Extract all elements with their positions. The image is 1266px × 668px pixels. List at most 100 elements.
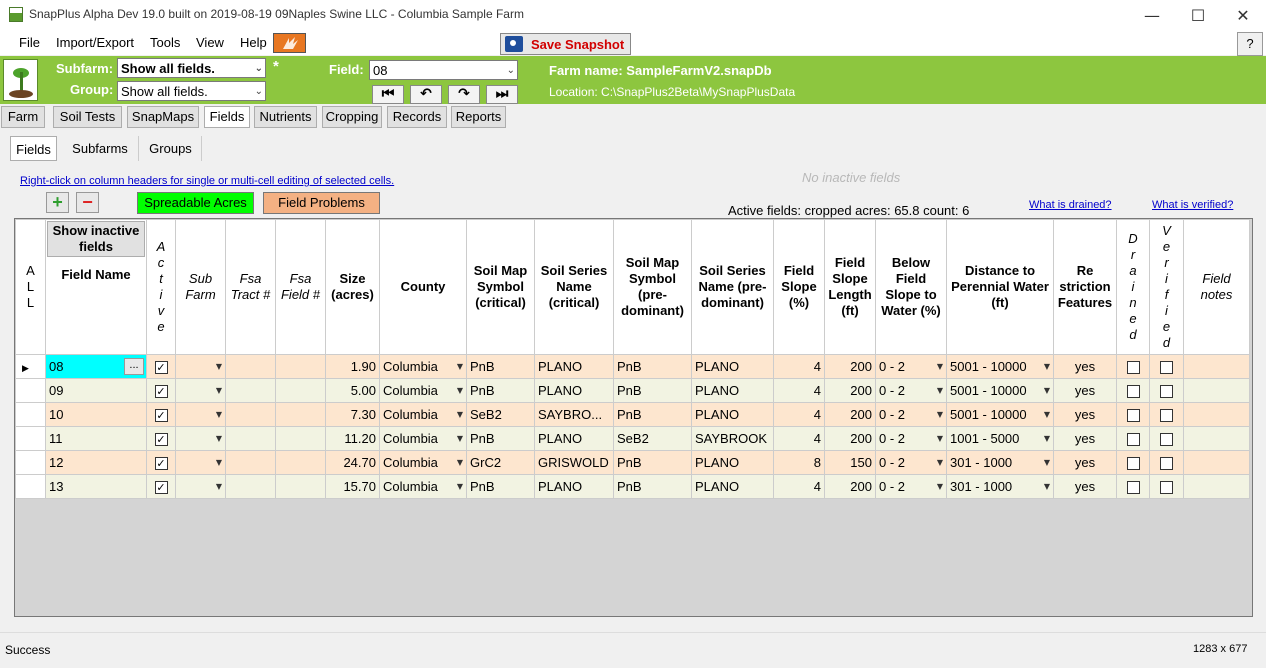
active-checkbox-cell[interactable]: ✓ [146,402,176,427]
slope-length-cell[interactable]: 200 [824,426,876,451]
fsa-tract-cell[interactable] [225,426,276,451]
soil-map-critical-header[interactable]: Soil Map Symbol (critical) [466,219,535,355]
sub-farm-cell[interactable]: ▼ [175,450,226,475]
active-checkbox-cell[interactable]: ✓ [146,426,176,451]
tab-snapmaps[interactable]: SnapMaps [127,106,199,128]
below-field-slope-header[interactable]: Below Field Slope to Water (%) [875,219,947,355]
fsa-tract-cell[interactable] [225,450,276,475]
field-name-cell[interactable]: 13 [45,474,147,499]
unchecked-box-icon[interactable] [1160,361,1173,375]
field-select[interactable]: 08 ⌄ [369,60,518,80]
soil-series-predominant-header[interactable]: Soil Series Name (pre-dominant) [691,219,774,355]
remove-field-button[interactable]: − [76,192,99,213]
verified-checkbox-cell[interactable] [1149,474,1184,499]
field-problems-button[interactable]: Field Problems [263,192,380,214]
soil-series-critical-cell[interactable]: GRISWOLD [534,450,614,475]
unchecked-box-icon[interactable] [1126,385,1140,399]
tab-reports[interactable]: Reports [451,106,506,128]
soil-map-critical-cell[interactable]: PnB [466,426,535,451]
unchecked-box-icon[interactable] [1160,457,1173,471]
soil-series-critical-cell[interactable]: PLANO [534,378,614,403]
distance-cell[interactable]: 5001 - 10000 ▼ [946,402,1054,427]
unchecked-box-icon[interactable] [1126,457,1140,471]
distance-water-header[interactable]: Distance to Perennial Water (ft) [946,219,1054,355]
tab-records[interactable]: Records [387,106,447,128]
below-slope-cell[interactable]: 0 - 2 ▼ [875,450,947,475]
size-cell[interactable]: 5.00 [325,378,380,403]
restriction-cell[interactable]: yes [1053,402,1117,427]
field-name-cell[interactable]: 09 [45,378,147,403]
unchecked-box-icon[interactable] [1126,361,1140,375]
verified-header[interactable]: V e r i f i e d [1149,219,1184,355]
field-slope-cell[interactable]: 4 [773,402,825,427]
restriction-cell[interactable]: yes [1053,378,1117,403]
soil-map-predominant-cell[interactable]: PnB [613,378,692,403]
soil-series-predominant-cell[interactable]: PLANO [691,402,774,427]
select-all-header[interactable]: A L L [15,219,46,355]
fsa-field-cell[interactable] [275,378,326,403]
subtab-subfarms[interactable]: Subfarms [62,136,139,161]
prev-record-button[interactable]: ↶ [410,85,442,104]
slope-length-cell[interactable]: 200 [824,354,876,379]
field-notes-header[interactable]: Field notes [1183,219,1250,355]
maximize-button[interactable]: ☐ [1175,0,1221,30]
field-name-header[interactable]: Show inactive fields Field Name [45,219,147,355]
menu-view[interactable]: View [196,35,224,50]
tab-fields[interactable]: Fields [204,106,250,128]
unchecked-box-icon[interactable] [1160,385,1173,399]
slope-length-cell[interactable]: 200 [824,402,876,427]
soil-map-critical-cell[interactable]: PnB [466,474,535,499]
drained-checkbox-cell[interactable] [1116,402,1150,427]
tab-soil-tests[interactable]: Soil Tests [53,106,122,128]
field-name-cell[interactable]: 10 [45,402,147,427]
county-header[interactable]: County [379,219,467,355]
size-cell[interactable]: 24.70 [325,450,380,475]
unchecked-box-icon[interactable] [1126,409,1140,423]
active-checkbox-cell[interactable]: ✓ [146,354,176,379]
add-field-button[interactable]: + [46,192,69,213]
fsa-field-cell[interactable] [275,450,326,475]
field-slope-cell[interactable]: 8 [773,450,825,475]
minimize-button[interactable]: — [1129,0,1175,30]
soil-map-predominant-cell[interactable]: PnB [613,402,692,427]
field-slope-cell[interactable]: 4 [773,426,825,451]
restriction-cell[interactable]: yes [1053,474,1117,499]
sub-farm-header[interactable]: Sub Farm [175,219,226,355]
distance-cell[interactable]: 301 - 1000 ▼ [946,450,1054,475]
row-header-cell[interactable]: ▶ [15,354,46,379]
county-cell[interactable]: Columbia ▼ [379,450,467,475]
table-row[interactable]: 11 ✓ ▼ 11.20 Columbia ▼ PnB PLANO SeB2 SAYBROOK 4 2… [15,426,1250,451]
sub-farm-cell[interactable]: ▼ [175,354,226,379]
fsa-field-cell[interactable] [275,426,326,451]
county-cell[interactable]: Columbia ▼ [379,402,467,427]
row-header-cell[interactable] [15,402,46,427]
drained-checkbox-cell[interactable] [1116,378,1150,403]
table-row[interactable]: 13 ✓ ▼ 15.70 Columbia ▼ PnB PLANO PnB PLANO 4 200 0 … [15,474,1250,499]
ellipsis-button[interactable]: ... [124,358,144,375]
spreadable-acres-button[interactable]: Spreadable Acres [137,192,254,214]
sub-farm-cell[interactable]: ▼ [175,378,226,403]
size-header[interactable]: Size (acres) [325,219,380,355]
soil-map-critical-cell[interactable]: PnB [466,378,535,403]
table-row[interactable]: 12 ✓ ▼ 24.70 Columbia ▼ GrC2 GRISWOLD PnB PLANO 8 1… [15,450,1250,475]
distance-cell[interactable]: 1001 - 5000 ▼ [946,426,1054,451]
soil-series-predominant-cell[interactable]: PLANO [691,474,774,499]
close-button[interactable]: ✕ [1220,0,1266,30]
last-record-button[interactable]: ⏭ [486,85,518,104]
tab-nutrients[interactable]: Nutrients [254,106,317,128]
fsa-tract-header[interactable]: Fsa Tract # [225,219,276,355]
save-snapshot-button[interactable]: Save Snapshot [500,33,631,55]
subfarm-select[interactable]: Show all fields. ⌄ [117,58,266,78]
field-name-cell[interactable]: 08... [45,354,147,379]
below-slope-cell[interactable]: 0 - 2 ▼ [875,402,947,427]
menu-help[interactable]: Help [240,35,267,50]
below-slope-cell[interactable]: 0 - 2 ▼ [875,474,947,499]
soil-series-predominant-cell[interactable]: SAYBROOK [691,426,774,451]
what-is-drained-link[interactable]: What is drained? [1029,199,1112,211]
size-cell[interactable]: 11.20 [325,426,380,451]
unchecked-box-icon[interactable] [1160,409,1173,423]
first-record-button[interactable]: ⏮ [372,85,404,104]
size-cell[interactable]: 1.90 [325,354,380,379]
field-name-cell[interactable]: 12 [45,450,147,475]
what-is-verified-link[interactable]: What is verified? [1152,199,1233,211]
